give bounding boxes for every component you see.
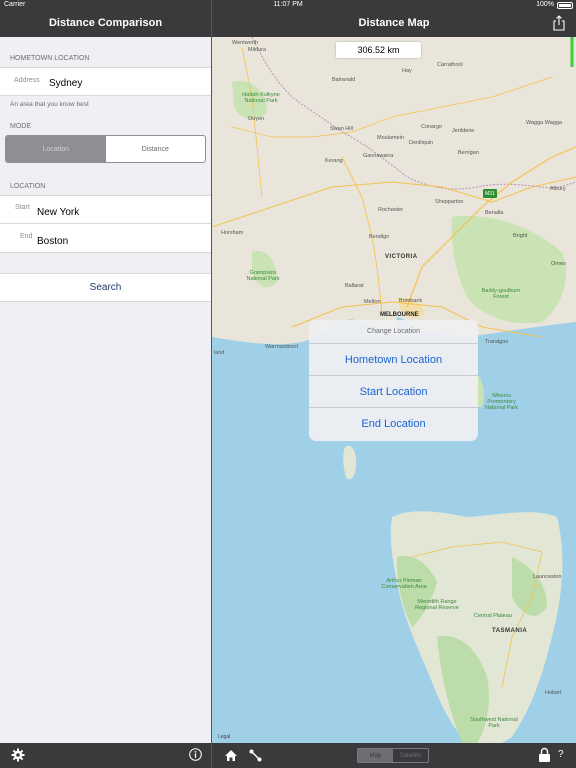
- map-label: Benalla: [485, 210, 504, 216]
- map-label: Jerilderie: [452, 128, 475, 134]
- master-panel: Distance Comparison HOMETOWN LOCATION Ad…: [0, 10, 211, 768]
- info-icon[interactable]: [189, 748, 202, 766]
- lock-icon[interactable]: [538, 747, 551, 768]
- map-label: Grampians National Park: [246, 270, 280, 282]
- battery-icon: [557, 2, 573, 9]
- address-label: Address: [14, 77, 40, 84]
- map-label: land: [214, 350, 225, 356]
- map-label: Wilsons Promontory National Park: [484, 393, 519, 411]
- map-label: Omeo: [551, 261, 566, 267]
- map-label: Mildura: [248, 47, 267, 53]
- battery-percent: 100%: [536, 1, 554, 8]
- right-toolbar: Map Satellite ?: [212, 743, 576, 768]
- map-label: Berrigan: [458, 150, 479, 156]
- map-label: Moulamein: [377, 135, 404, 141]
- status-bar: Carrier 11:07 PM 100%: [0, 0, 576, 10]
- map-label: VICTORIA: [385, 254, 418, 260]
- end-row[interactable]: End Boston: [0, 224, 211, 253]
- end-field[interactable]: Boston: [37, 236, 68, 247]
- detail-panel: Distance Map 306.52 km Wentworth Mildura…: [212, 10, 576, 768]
- map-label: Bright: [513, 233, 528, 239]
- map-label: Shepparton: [435, 199, 464, 205]
- map-label: Arthur Pieman Conservation Area: [381, 578, 427, 590]
- map-label: Launceston: [533, 574, 562, 580]
- map-label: Rochester: [378, 207, 404, 213]
- map-type-map[interactable]: Map: [358, 749, 393, 762]
- route-icon[interactable]: [249, 749, 262, 767]
- map-label: Meredith Range Regional Reserve: [415, 599, 459, 611]
- map-label: Albury: [550, 186, 566, 192]
- map-label: Barkly-goulburn Forest: [481, 288, 521, 300]
- start-row[interactable]: Start New York: [0, 195, 211, 224]
- distance-badge: 306.52 km: [336, 42, 421, 58]
- sheet-title: Change Location: [309, 320, 478, 344]
- start-location-option[interactable]: Start Location: [309, 376, 478, 408]
- map-label: Carrathool: [437, 62, 463, 68]
- highway-shield: M31: [485, 191, 495, 197]
- address-row[interactable]: Address Sydney: [0, 67, 211, 96]
- hometown-location-option[interactable]: Hometown Location: [309, 344, 478, 376]
- map-type-satellite[interactable]: Satellite: [393, 749, 428, 762]
- map-label: Ouyen: [248, 116, 265, 122]
- map-label: Melton: [364, 299, 381, 305]
- help-icon[interactable]: ?: [558, 749, 564, 760]
- map-label: Wentworth: [232, 40, 259, 46]
- map-label: Balranald: [332, 77, 356, 83]
- map-label: Central Plateau: [474, 613, 512, 619]
- left-nav-title: Distance Comparison: [0, 10, 211, 37]
- change-location-sheet: Change Location Hometown Location Start …: [309, 320, 478, 441]
- hometown-note: An area that you know best: [10, 101, 89, 108]
- map-label: Deniliquin: [409, 140, 434, 146]
- home-icon[interactable]: [224, 749, 238, 767]
- search-button[interactable]: Search: [0, 273, 211, 302]
- map-label: Hay: [402, 68, 412, 74]
- map-label: Wagga Wagga: [526, 120, 562, 126]
- map-label: Hattah-Kulkyne National Park: [242, 92, 280, 104]
- start-label: Start: [15, 204, 30, 211]
- share-icon[interactable]: [552, 15, 566, 31]
- mode-distance-segment[interactable]: Distance: [106, 136, 206, 162]
- map-label: TASMANIA: [492, 628, 528, 634]
- map-type-segmented-control[interactable]: Map Satellite: [357, 748, 429, 763]
- map-label: Swan Hill: [330, 126, 353, 132]
- map-title: Distance Map: [358, 17, 430, 29]
- gear-icon[interactable]: [11, 748, 25, 767]
- address-field[interactable]: Sydney: [49, 78, 82, 89]
- status-time: 11:07 PM: [273, 1, 303, 8]
- hometown-section-header: HOMETOWN LOCATION: [10, 55, 90, 62]
- legal-link[interactable]: Legal: [218, 734, 230, 740]
- end-location-option[interactable]: End Location: [309, 408, 478, 440]
- right-nav-title: Distance Map: [212, 10, 576, 37]
- map-label: Bendigo: [369, 234, 390, 240]
- map-label: Warrnambool: [265, 344, 298, 350]
- map-label: Ballarat: [345, 283, 364, 289]
- end-label: End: [20, 233, 33, 240]
- map-label: Brimbank: [399, 298, 423, 304]
- mode-section-header: MODE: [10, 123, 31, 130]
- map-label: Hobart: [545, 690, 562, 696]
- map-label: Conargo: [421, 124, 443, 130]
- mode-location-segment[interactable]: Location: [6, 136, 106, 162]
- map-label: Horsham: [221, 230, 244, 236]
- map-label: Traralgon: [485, 339, 509, 345]
- mode-segmented-control[interactable]: Location Distance: [5, 135, 206, 163]
- start-field[interactable]: New York: [37, 207, 79, 218]
- map-label: Kerang: [325, 158, 343, 164]
- map-label: MELBOURNE: [380, 312, 419, 318]
- location-section-header: LOCATION: [10, 183, 46, 190]
- map-label: Gannawarra: [363, 153, 394, 159]
- map-view[interactable]: 306.52 km Wentworth Mildura Balranald Ha…: [212, 37, 576, 743]
- map-label: Southwest National Park: [470, 717, 518, 729]
- left-toolbar: [0, 743, 211, 768]
